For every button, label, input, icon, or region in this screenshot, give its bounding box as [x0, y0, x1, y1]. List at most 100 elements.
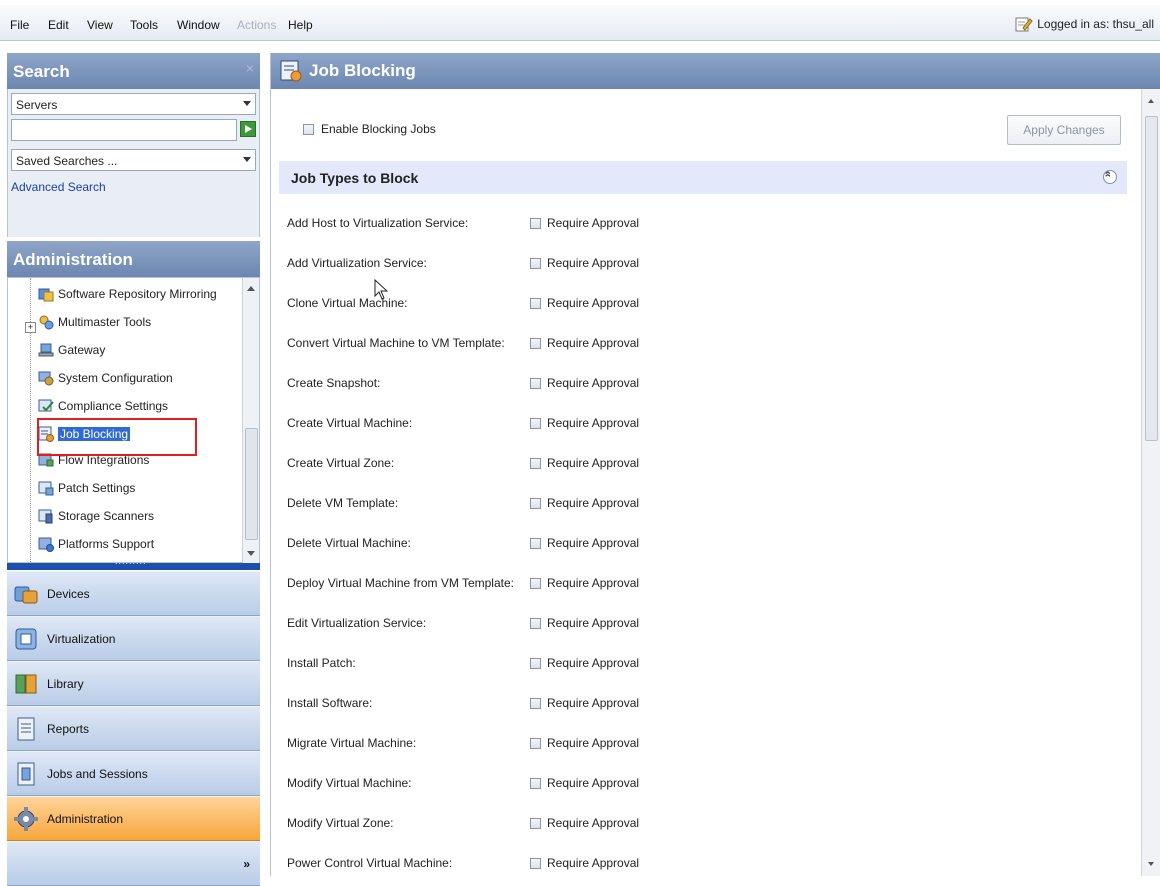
tree-item-multimaster-tools[interactable]: Multimaster Tools [38, 312, 151, 332]
job-type-label: Edit Virtualization Service: [287, 616, 427, 630]
require-approval-control[interactable]: Require Approval [530, 336, 639, 350]
tree-item-patch-settings[interactable]: Patch Settings [38, 478, 135, 498]
job-type-label: Convert Virtual Machine to VM Template: [287, 336, 505, 350]
require-approval-control[interactable]: Require Approval [530, 816, 639, 830]
require-approval-control[interactable]: Require Approval [530, 656, 639, 670]
main-scroll-thumb[interactable] [1145, 116, 1158, 441]
nav-library-button[interactable]: Library [7, 661, 260, 706]
require-approval-checkbox[interactable] [530, 457, 541, 469]
require-approval-control[interactable]: Require Approval [530, 576, 639, 590]
require-approval-checkbox[interactable] [530, 697, 541, 709]
require-approval-checkbox[interactable] [530, 617, 541, 629]
tree-item-compliance-settings[interactable]: Compliance Settings [38, 396, 168, 416]
require-approval-label: Require Approval [547, 456, 640, 470]
require-approval-checkbox[interactable] [530, 297, 541, 309]
require-approval-checkbox[interactable] [530, 217, 541, 229]
tree-item-gateway[interactable]: Gateway [38, 340, 105, 360]
menu-file[interactable]: File [10, 18, 29, 32]
require-approval-label: Require Approval [547, 616, 640, 630]
menu-help[interactable]: Help [288, 18, 313, 32]
tree-item-system-configuration[interactable]: System Configuration [38, 368, 173, 388]
search-input[interactable] [11, 119, 237, 141]
require-approval-control[interactable]: Require Approval [530, 536, 639, 550]
require-approval-checkbox[interactable] [530, 497, 541, 509]
nav-label: Library [47, 676, 84, 691]
scroll-down-icon[interactable] [247, 551, 255, 556]
nav-devices-button[interactable]: Devices [7, 571, 260, 616]
require-approval-control[interactable]: Require Approval [530, 376, 639, 390]
virtualization-icon [15, 628, 37, 649]
collapse-icon[interactable] [1103, 170, 1117, 184]
require-approval-label: Require Approval [547, 416, 640, 430]
close-icon[interactable]: × [246, 60, 254, 76]
enable-blocking-checkbox[interactable] [303, 123, 314, 135]
require-approval-label: Require Approval [547, 856, 640, 870]
chevron-more-icon: » [243, 856, 250, 871]
menu-window[interactable]: Window [177, 18, 220, 32]
require-approval-control[interactable]: Require Approval [530, 256, 639, 270]
scroll-down-icon[interactable] [1148, 862, 1154, 866]
require-approval-checkbox[interactable] [530, 537, 541, 549]
apply-changes-button[interactable]: Apply Changes [1007, 115, 1121, 145]
tree-item-storage-scanners[interactable]: Storage Scanners [38, 506, 154, 526]
require-approval-checkbox[interactable] [530, 737, 541, 749]
tree-item-software-repository-mirroring[interactable]: Software Repository Mirroring [38, 284, 217, 304]
advanced-search-link[interactable]: Advanced Search [11, 180, 106, 194]
job-type-row: Create Virtual Zone: Require Approval [287, 453, 987, 473]
enable-blocking-row[interactable]: Enable Blocking Jobs [303, 122, 436, 136]
nav-administration-button[interactable]: Administration [7, 796, 260, 841]
scroll-up-icon[interactable] [1148, 99, 1154, 103]
require-approval-control[interactable]: Require Approval [530, 296, 639, 310]
require-approval-checkbox[interactable] [530, 577, 541, 589]
tree-scrollbar[interactable] [242, 278, 259, 564]
main-header: Job Blocking [271, 53, 1160, 89]
menu-bar: File Edit View Tools Window Actions Help… [0, 5, 1160, 41]
require-approval-checkbox[interactable] [530, 257, 541, 269]
require-approval-checkbox[interactable] [530, 777, 541, 789]
tree-item-label: Platforms Support [58, 537, 155, 551]
require-approval-checkbox[interactable] [530, 857, 541, 869]
require-approval-control[interactable]: Require Approval [530, 416, 639, 430]
pane-splitter[interactable] [7, 556, 260, 570]
job-type-label: Power Control Virtual Machine: [287, 856, 453, 870]
require-approval-label: Require Approval [547, 336, 640, 350]
tree-scroll-thumb[interactable] [245, 428, 258, 540]
search-panel-header: Search × [7, 53, 260, 89]
nav-jobs-sessions-button[interactable]: Jobs and Sessions [7, 751, 260, 796]
nav-virtualization-button[interactable]: Virtualization [7, 616, 260, 661]
require-approval-control[interactable]: Require Approval [530, 776, 639, 790]
require-approval-checkbox[interactable] [530, 657, 541, 669]
require-approval-checkbox[interactable] [530, 337, 541, 349]
require-approval-checkbox[interactable] [530, 817, 541, 829]
tree-item-label: Multimaster Tools [58, 315, 152, 329]
job-type-row: Delete VM Template: Require Approval [287, 493, 987, 513]
require-approval-control[interactable]: Require Approval [530, 736, 639, 750]
administration-panel-title: Administration [13, 250, 133, 269]
menu-view[interactable]: View [87, 18, 113, 32]
nav-more-button[interactable]: » [7, 841, 260, 886]
require-approval-checkbox[interactable] [530, 377, 541, 389]
tree-item-platforms-support[interactable]: Platforms Support [38, 534, 154, 554]
repository-mirroring-icon [38, 288, 54, 302]
require-approval-checkbox[interactable] [530, 417, 541, 429]
search-go-button[interactable] [240, 121, 256, 137]
chevron-down-icon [243, 157, 251, 162]
require-approval-control[interactable]: Require Approval [530, 856, 639, 870]
require-approval-control[interactable]: Require Approval [530, 496, 639, 510]
require-approval-label: Require Approval [547, 736, 640, 750]
menu-actions[interactable]: Actions [237, 18, 276, 32]
main-scrollbar[interactable] [1141, 89, 1160, 876]
scroll-up-icon[interactable] [247, 286, 255, 291]
job-type-label: Create Snapshot: [287, 376, 381, 390]
search-scope-select[interactable]: Servers [11, 93, 256, 115]
require-approval-control[interactable]: Require Approval [530, 616, 639, 630]
require-approval-control[interactable]: Require Approval [530, 456, 639, 470]
job-types-section-header: Job Types to Block [279, 161, 1127, 194]
require-approval-control[interactable]: Require Approval [530, 216, 639, 230]
expand-icon[interactable]: + [25, 322, 36, 333]
require-approval-control[interactable]: Require Approval [530, 696, 639, 710]
menu-edit[interactable]: Edit [48, 18, 69, 32]
saved-searches-select[interactable]: Saved Searches ... [11, 149, 256, 171]
menu-tools[interactable]: Tools [130, 18, 158, 32]
nav-reports-button[interactable]: Reports [7, 706, 260, 751]
